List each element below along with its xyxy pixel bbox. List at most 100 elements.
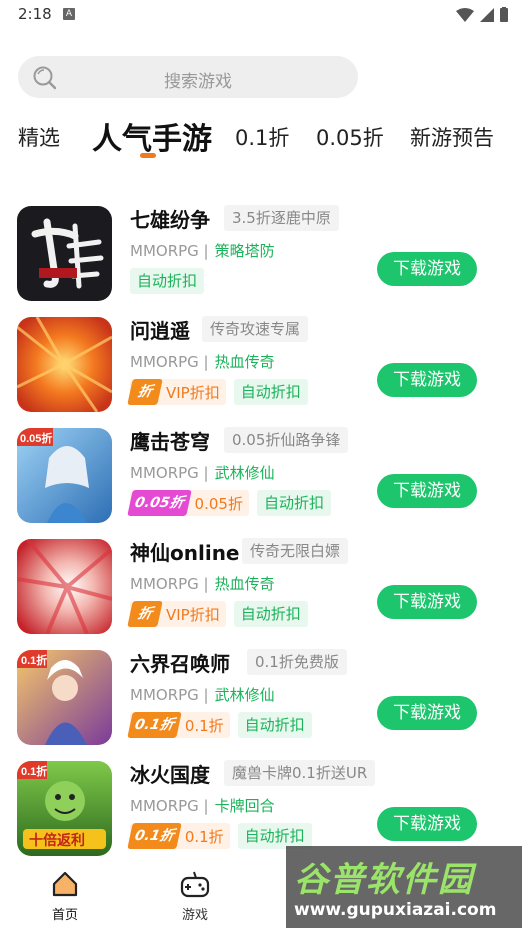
- game-name: 七雄纷争: [130, 208, 210, 232]
- qixiong-game-icon[interactable]: [17, 206, 112, 301]
- badge-row: 0.05折 0.05折 自动折扣: [127, 490, 331, 516]
- svg-text:0.05折: 0.05折: [20, 431, 52, 445]
- tab-featured[interactable]: 精选: [18, 122, 60, 152]
- nav-games-label: 游戏: [181, 908, 208, 923]
- discount-icon: 折: [127, 601, 163, 627]
- badge-value: VIP折扣: [166, 383, 220, 402]
- notification-icon: A: [63, 8, 75, 20]
- battery-icon: [500, 7, 508, 22]
- game-type: MMORPG |: [130, 464, 209, 482]
- discount-badge: 0.1折 0.1折: [127, 823, 230, 849]
- tab-0.1-discount[interactable]: 0.1折: [235, 122, 289, 152]
- game-name: 问逍遥: [130, 319, 190, 343]
- download-button[interactable]: 下载游戏: [377, 474, 477, 508]
- badge-row: 折 VIP折扣 自动折扣: [127, 379, 308, 405]
- watermark-url: www.gupuxiazai.com: [294, 900, 497, 920]
- game-tag: 传奇无限白嫖: [242, 538, 349, 564]
- discount-icon: 0.1折: [127, 823, 182, 849]
- shenxian-game-icon[interactable]: [17, 539, 112, 634]
- category-tabs: 精选 人气手游 0.1折 0.05折 新游预告: [0, 112, 522, 162]
- gamepad-icon: [180, 871, 210, 898]
- badge-row: 0.1折 0.1折 自动折扣: [127, 823, 312, 849]
- tab-0.05-discount[interactable]: 0.05折: [316, 122, 384, 152]
- game-meta: MMORPG | 武林修仙: [130, 462, 275, 483]
- game-type: MMORPG |: [130, 686, 209, 704]
- tab-indicator: [140, 153, 156, 158]
- list-item[interactable]: 0.1折 六界召唤师 0.1折免费版 MMORPG | 武林修仙 0.1折 0.1折…: [0, 642, 522, 753]
- auto-discount-badge: 自动折扣: [237, 712, 312, 738]
- discount-icon: 0.05折: [127, 490, 192, 516]
- discount-icon: 0.1折: [127, 712, 182, 738]
- game-meta: MMORPG | 策略塔防: [130, 240, 275, 261]
- svg-text:十倍返利: 十倍返利: [29, 832, 85, 849]
- game-tag: 3.5折逐鹿中原: [224, 205, 339, 231]
- game-genre: 武林修仙: [214, 464, 275, 482]
- nav-games[interactable]: 游戏: [165, 870, 225, 923]
- binghuo-game-icon[interactable]: 十倍返利 0.1折: [17, 761, 112, 856]
- game-genre: 热血传奇: [214, 353, 275, 371]
- download-button[interactable]: 下载游戏: [377, 363, 477, 397]
- discount-badge: 0.05折 0.05折: [127, 490, 249, 516]
- vip-discount-badge: 折 VIP折扣: [127, 601, 226, 627]
- download-button[interactable]: 下载游戏: [377, 696, 477, 730]
- tab-upcoming[interactable]: 新游预告: [410, 122, 494, 152]
- game-meta: MMORPG | 热血传奇: [130, 573, 275, 594]
- badge-row: 0.1折 0.1折 自动折扣: [127, 712, 312, 738]
- wenxiaoyao-game-icon[interactable]: [17, 317, 112, 412]
- game-genre: 热血传奇: [214, 575, 275, 593]
- game-name: 冰火国度: [130, 763, 210, 787]
- list-item[interactable]: 神仙online 传奇无限白嫖 MMORPG | 热血传奇 折 VIP折扣 自动折扣…: [0, 531, 522, 642]
- auto-discount-badge: 自动折扣: [256, 490, 331, 516]
- wifi-icon: [456, 7, 474, 22]
- badge-value: 0.05折: [194, 494, 243, 513]
- list-item[interactable]: 0.05折 鹰击苍穹 0.05折仙路争锋 MMORPG | 武林修仙 0.05折 0…: [0, 420, 522, 531]
- badge-value: 0.1折: [184, 827, 224, 846]
- search-placeholder: 搜索游戏: [164, 72, 232, 92]
- watermark: 谷普软件园 www.gupuxiazai.com: [286, 846, 522, 928]
- status-icons: [456, 7, 508, 22]
- signal-icon: [480, 7, 494, 22]
- download-button[interactable]: 下载游戏: [377, 807, 477, 841]
- game-meta: MMORPG | 武林修仙: [130, 684, 275, 705]
- game-genre: 武林修仙: [214, 686, 275, 704]
- game-tag: 0.05折仙路争锋: [224, 427, 349, 453]
- svg-text:0.1折: 0.1折: [21, 653, 47, 667]
- game-type: MMORPG |: [130, 575, 209, 593]
- tab-popular[interactable]: 人气手游: [92, 114, 212, 158]
- game-type: MMORPG |: [130, 353, 209, 371]
- badge-value: 0.1折: [184, 716, 224, 735]
- game-type: MMORPG |: [130, 797, 209, 815]
- nav-home-label: 首页: [51, 908, 78, 923]
- yingji-game-icon[interactable]: 0.05折: [17, 428, 112, 523]
- svg-text:0.1折: 0.1折: [21, 764, 47, 778]
- game-tag: 传奇攻速专属: [202, 316, 309, 342]
- game-meta: MMORPG | 卡牌回合: [130, 795, 275, 816]
- game-genre: 卡牌回合: [214, 797, 275, 815]
- vip-discount-badge: 折 VIP折扣: [127, 379, 226, 405]
- status-bar: 2:18 A: [0, 0, 522, 30]
- game-meta: MMORPG | 热血传奇: [130, 351, 275, 372]
- download-button[interactable]: 下载游戏: [377, 252, 477, 286]
- list-item[interactable]: 问逍遥 传奇攻速专属 MMORPG | 热血传奇 折 VIP折扣 自动折扣 下载游戏: [0, 309, 522, 420]
- game-tag: 0.1折免费版: [247, 649, 347, 675]
- game-tag: 魔兽卡牌0.1折送UR: [224, 760, 376, 786]
- liujie-game-icon[interactable]: 0.1折: [17, 650, 112, 745]
- list-item[interactable]: 七雄纷争 3.5折逐鹿中原 MMORPG | 策略塔防 自动折扣 下载游戏: [0, 198, 522, 309]
- game-type: MMORPG |: [130, 242, 209, 260]
- game-name: 神仙online: [130, 541, 240, 565]
- discount-icon: 折: [127, 379, 163, 405]
- game-name: 鹰击苍穹: [130, 430, 210, 454]
- download-button[interactable]: 下载游戏: [377, 585, 477, 619]
- game-name: 六界召唤师: [130, 652, 230, 676]
- auto-discount-badge: 自动折扣: [130, 268, 205, 294]
- badge-row: 自动折扣: [130, 268, 205, 294]
- discount-badge: 0.1折 0.1折: [127, 712, 230, 738]
- home-icon: [52, 871, 78, 897]
- watermark-title: 谷普软件园: [294, 860, 474, 900]
- search-bar[interactable]: 搜索游戏: [18, 56, 358, 98]
- status-time: 2:18: [18, 5, 52, 23]
- auto-discount-badge: 自动折扣: [233, 601, 308, 627]
- nav-home[interactable]: 首页: [35, 870, 95, 923]
- game-genre: 策略塔防: [214, 242, 275, 260]
- badge-value: VIP折扣: [166, 605, 220, 624]
